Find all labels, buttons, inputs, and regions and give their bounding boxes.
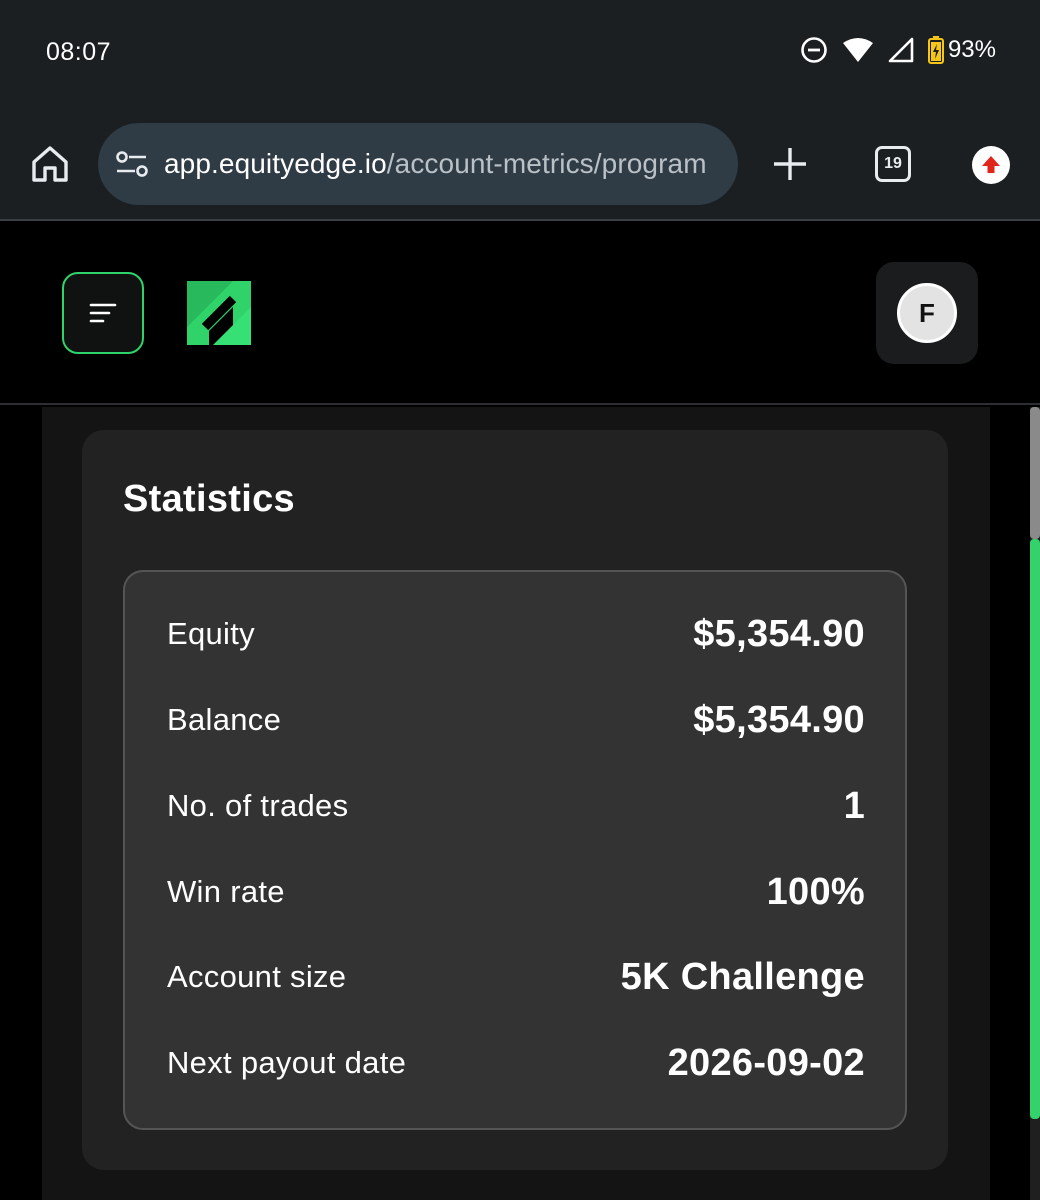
tabs-button[interactable]: 19	[875, 146, 911, 182]
new-tab-button[interactable]	[770, 144, 810, 184]
scrollbar-thumb[interactable]	[1030, 539, 1040, 1119]
address-bar[interactable]: app.equityedge.io/account-metrics/progra…	[98, 123, 738, 205]
stat-value: 1	[843, 784, 865, 827]
battery-icon	[927, 36, 944, 64]
statistics-title: Statistics	[123, 478, 295, 520]
battery-percent: 93%	[947, 36, 996, 63]
url-host: app.equityedge.io	[164, 148, 387, 179]
profile-button[interactable]: F	[876, 262, 978, 364]
stat-value: $5,354.90	[693, 612, 865, 655]
scrollbar-top	[1030, 407, 1040, 539]
url-path: /account-metrics/program	[386, 148, 707, 179]
stat-row-account-size: Account size 5K Challenge	[167, 947, 865, 1007]
browser-toolbar: app.equityedge.io/account-metrics/progra…	[0, 108, 1040, 221]
do-not-disturb-icon	[800, 36, 828, 64]
statistics-list: Equity $5,354.90 Balance $5,354.90 No. o…	[123, 570, 907, 1130]
home-icon	[32, 146, 68, 182]
menu-button[interactable]	[62, 272, 144, 354]
stat-row-trades: No. of trades 1	[167, 776, 865, 836]
stat-value: 5K Challenge	[620, 955, 865, 998]
stat-label: Win rate	[167, 874, 285, 909]
stat-label: Balance	[167, 702, 282, 737]
tab-count: 19	[884, 155, 902, 172]
status-icons: 93%	[800, 36, 996, 64]
stat-row-balance: Balance $5,354.90	[167, 690, 865, 750]
avatar: F	[897, 283, 957, 343]
stat-label: Equity	[167, 616, 255, 651]
status-time: 08:07	[46, 38, 112, 66]
avatar-initial: F	[919, 297, 935, 328]
app-header: F	[0, 222, 1040, 405]
statistics-card: Statistics Equity $5,354.90 Balance $5,3…	[82, 430, 948, 1170]
brand-logo-icon[interactable]	[183, 277, 255, 349]
stat-value: $5,354.90	[693, 698, 865, 741]
new-tab-icon	[774, 148, 806, 180]
stat-row-win-rate: Win rate 100%	[167, 862, 865, 922]
update-icon	[982, 156, 1000, 173]
stat-label: No. of trades	[167, 788, 349, 823]
battery-indicator: 93%	[927, 36, 996, 64]
status-bar: 08:07 93%	[0, 0, 1040, 108]
stat-label: Next payout date	[167, 1045, 407, 1080]
menu-icon	[89, 303, 117, 323]
stat-row-equity: Equity $5,354.90	[167, 604, 865, 664]
signal-icon	[888, 37, 914, 63]
stat-value: 100%	[766, 870, 865, 913]
home-button[interactable]	[28, 142, 72, 186]
url-text[interactable]: app.equityedge.io/account-metrics/progra…	[164, 148, 707, 180]
update-button[interactable]	[972, 146, 1010, 184]
site-settings-icon[interactable]	[114, 146, 150, 182]
wifi-icon	[842, 37, 874, 63]
stat-row-next-payout: Next payout date 2026-09-02	[167, 1033, 865, 1093]
stat-value: 2026-09-02	[667, 1041, 865, 1084]
stat-label: Account size	[167, 959, 347, 994]
